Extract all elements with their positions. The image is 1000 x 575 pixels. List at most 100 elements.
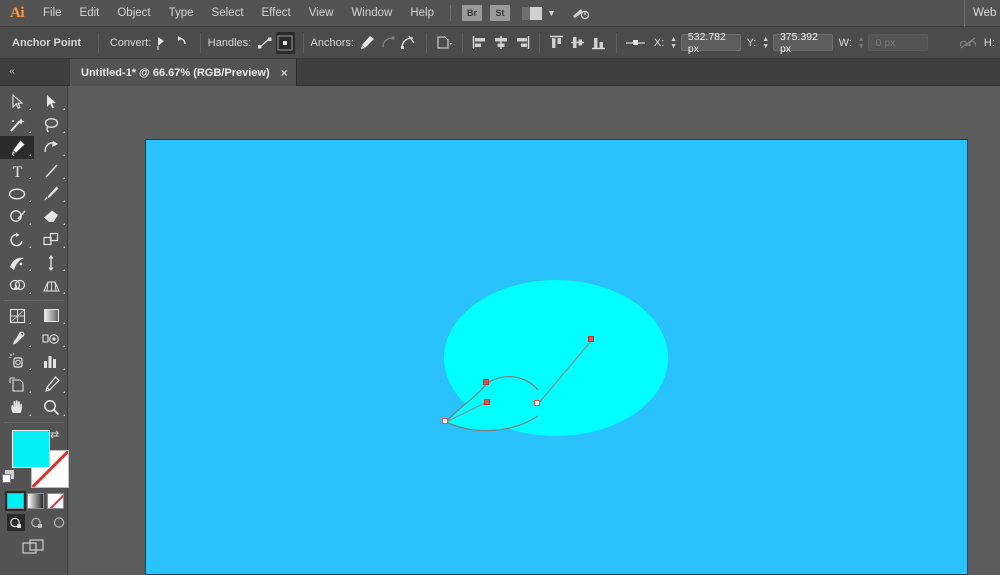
w-label: W: [838,36,852,49]
change-screen-mode-button[interactable] [20,538,48,555]
swap-fill-stroke-icon[interactable]: ⇄ [50,428,63,441]
menu-divider [450,5,451,21]
anchor-point-mid[interactable] [484,399,490,405]
width-tool[interactable] [0,251,34,274]
menu-view[interactable]: View [300,0,343,27]
rotate-tool[interactable] [0,228,34,251]
transform-reference-icon[interactable] [625,32,647,54]
anchor-point-center[interactable] [534,400,540,406]
search-adobe-stock-icon[interactable] [570,4,592,22]
align-left-icon[interactable] [471,32,490,54]
symbol-sprayer-tool[interactable] [0,350,34,373]
align-middle-vertical-icon[interactable] [569,32,588,54]
magic-wand-tool[interactable] [0,113,34,136]
close-icon[interactable]: × [281,66,288,80]
lasso-tool[interactable] [34,113,68,136]
screen-mode-row [0,538,68,555]
bridge-button[interactable]: Br [462,5,482,21]
free-transform-tool[interactable] [34,251,68,274]
control-divider-2 [199,32,201,53]
paintbrush-tool[interactable] [34,182,68,205]
toolbar-divider-2 [4,422,64,423]
control-divider-7 [616,32,617,53]
convert-label: Convert: [109,36,152,49]
handles-label: Handles: [207,36,252,49]
w-input: 0 px [868,34,929,51]
align-center-horizontal-icon[interactable] [491,32,510,54]
x-stepper[interactable]: ▲ ▼ [669,35,678,51]
anchor-point-left[interactable] [442,418,448,424]
slice-tool[interactable] [34,373,68,396]
y-label: Y: [746,36,757,49]
column-graph-tool[interactable] [34,350,68,373]
y-stepper[interactable]: ▲ ▼ [761,35,770,51]
zoom-tool[interactable] [34,396,68,419]
menu-edit[interactable]: Edit [71,0,109,27]
anchors-label: Anchors: [310,36,354,49]
draw-behind-button[interactable] [28,514,46,531]
artwork [444,280,668,436]
ellipse-tool[interactable] [0,182,34,205]
draw-normal-button[interactable] [7,514,26,531]
menu-select[interactable]: Select [203,0,253,27]
scale-tool[interactable] [34,228,68,251]
color-mode-button[interactable] [5,491,26,511]
blend-tool[interactable] [34,327,68,350]
isolate-selected-object-icon[interactable] [435,32,454,54]
align-right-icon[interactable] [512,32,531,54]
x-input[interactable]: 532.782 px [680,31,741,55]
workspace-switcher[interactable]: ▼ [522,6,556,20]
type-tool[interactable]: T [0,159,34,182]
menu-file[interactable]: File [34,0,71,27]
collapse-panel-icon[interactable]: « [4,63,20,81]
anchor-point-right[interactable] [588,336,594,342]
align-bottom-icon[interactable] [589,32,608,54]
gradient-mode-button[interactable] [27,493,44,509]
eraser-tool[interactable] [34,205,68,228]
artboard-tool[interactable] [0,373,34,396]
eyedropper-tool[interactable] [0,327,34,350]
stock-button[interactable]: St [490,5,510,21]
draw-mode-row [0,514,68,531]
document-tab[interactable]: Untitled-1* @ 66.67% (RGB/Preview) × [70,59,297,86]
default-fill-stroke-icon[interactable] [2,470,15,483]
direct-selection-tool[interactable] [34,90,68,113]
hide-handles-icon[interactable] [275,31,295,54]
pen-tool[interactable] [0,136,34,159]
gradient-tool[interactable] [34,304,68,327]
none-mode-button[interactable] [47,493,64,509]
color-mode-row [0,491,68,511]
align-top-icon[interactable] [548,32,567,54]
curvature-tool[interactable] [34,136,68,159]
draw-inside-button[interactable] [50,514,68,531]
menu-effect[interactable]: Effect [253,0,300,27]
menu-window[interactable]: Window [342,0,401,27]
menu-object[interactable]: Object [108,0,159,27]
svg-text:T: T [12,164,22,179]
control-divider-4 [426,32,428,53]
cut-path-icon[interactable] [400,32,419,54]
convert-to-smooth-icon[interactable] [173,32,192,54]
remove-anchor-icon[interactable] [358,32,377,54]
fill-color-swatch[interactable] [12,430,50,468]
artboard[interactable] [145,139,968,575]
shaper-tool[interactable] [0,205,34,228]
constrain-proportions-icon[interactable] [958,32,977,54]
selection-tool[interactable] [0,90,34,113]
perspective-grid-tool[interactable] [34,274,68,297]
canvas-area[interactable] [68,86,1000,575]
connect-anchors-icon[interactable] [379,32,398,54]
app-logo-icon: Ai [10,4,25,21]
line-segment-tool[interactable] [34,159,68,182]
menu-help[interactable]: Help [401,0,443,27]
menu-type[interactable]: Type [160,0,203,27]
shape-builder-tool[interactable] [0,274,34,297]
hand-tool[interactable] [0,396,34,419]
workspace-name[interactable]: Web [964,0,1000,27]
document-tab-bar: « Untitled-1* @ 66.67% (RGB/Preview) × [0,59,1000,86]
y-input[interactable]: 375.392 px [772,31,833,55]
show-handles-icon[interactable] [255,32,274,54]
anchor-point-upper[interactable] [483,379,489,385]
convert-to-corner-icon[interactable] [152,32,171,54]
mesh-tool[interactable] [0,304,34,327]
